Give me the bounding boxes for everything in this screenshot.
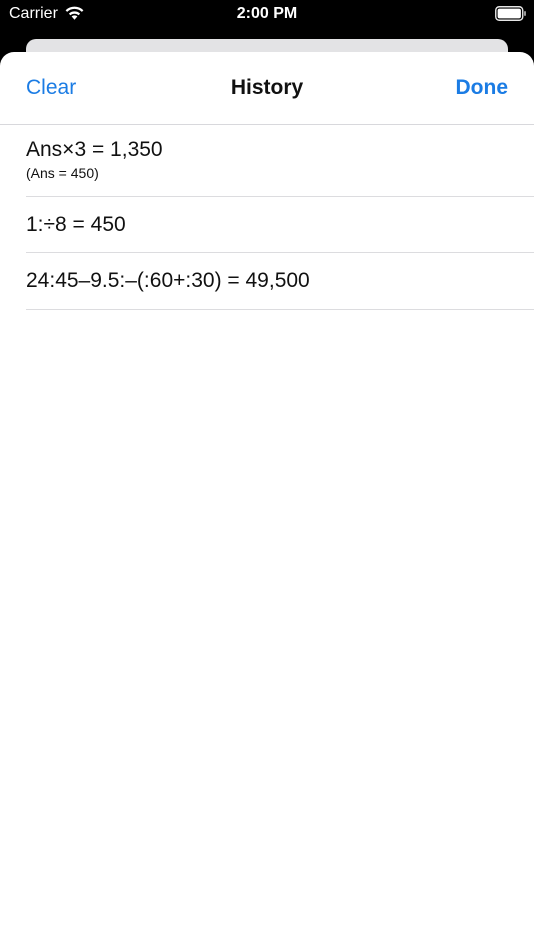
status-time: 2:00 PM — [236, 5, 298, 22]
history-expression: Ans×3 = 1,350 — [26, 138, 163, 161]
history-expression: 1:÷8 = 450 — [26, 213, 126, 236]
history-sheet: Clear History Done Ans×3 = 1,350 (Ans = … — [0, 52, 534, 950]
page-title: History — [230, 76, 304, 99]
status-bar: Carrier 2:00 PM — [0, 0, 534, 30]
history-item[interactable]: 1:÷8 = 450 — [26, 197, 534, 253]
history-item[interactable]: Ans×3 = 1,350 (Ans = 450) — [26, 125, 534, 197]
navigation-bar: Clear History Done — [0, 52, 534, 125]
battery-icon — [495, 6, 526, 21]
done-button[interactable]: Done — [456, 76, 509, 100]
history-list: Ans×3 = 1,350 (Ans = 450) 1:÷8 = 450 24:… — [0, 125, 534, 310]
history-detail: (Ans = 450) — [26, 165, 99, 181]
history-expression: 24:45–9.5:–(:60+:30) = 49,500 — [26, 269, 310, 292]
screen: Carrier 2:00 PM Clear History Done Ans×3… — [0, 0, 534, 950]
clear-button[interactable]: Clear — [26, 76, 76, 100]
history-item[interactable]: 24:45–9.5:–(:60+:30) = 49,500 — [26, 253, 534, 310]
